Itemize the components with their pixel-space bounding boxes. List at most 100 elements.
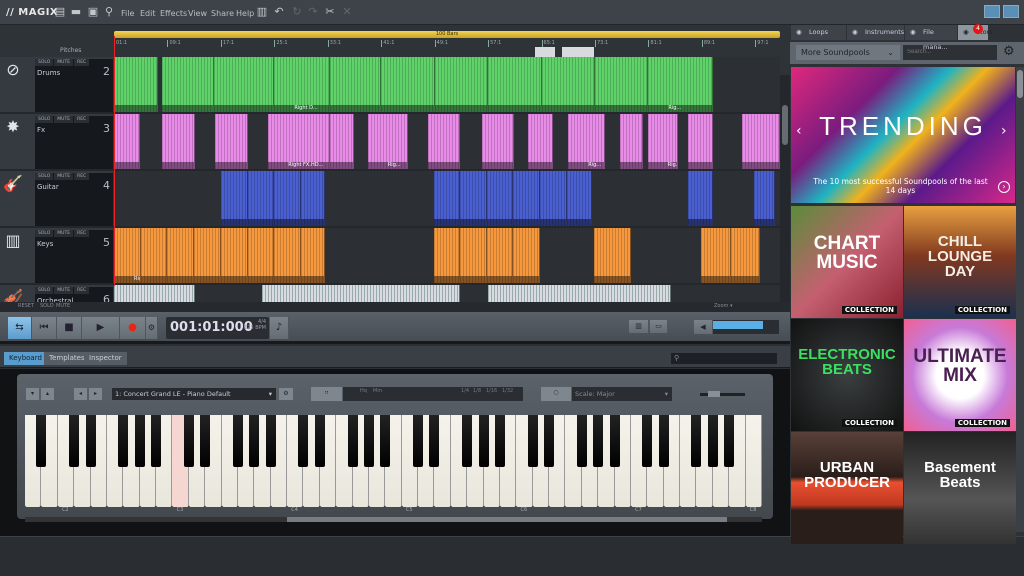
audio-clip[interactable] [301,171,326,226]
speaker-icon[interactable]: ◀ [694,320,713,334]
keyboard-zoom-slider[interactable] [700,391,745,397]
master-volume-slider[interactable] [713,320,779,334]
audio-clip[interactable] [528,114,553,169]
white-key-C8[interactable] [745,415,762,507]
track-lane[interactable] [114,285,780,302]
loop-toggle-button[interactable]: ⇆ [8,317,32,339]
audio-clip[interactable] [162,57,215,112]
mute-button[interactable]: MUTE [54,173,74,180]
scale-toggle-button[interactable]: ○ [541,387,571,401]
mute-button[interactable]: MUTE [54,116,74,123]
black-key[interactable] [85,415,96,467]
black-key[interactable] [314,415,325,467]
black-key[interactable] [576,415,587,467]
tab-keyboard[interactable]: Keyboard [4,352,47,365]
audio-clip[interactable] [433,171,461,226]
track-lane[interactable]: Right Ke... [114,228,780,285]
black-key[interactable] [232,415,243,467]
track-header-fx[interactable]: ✸ SOLO MUTE REC Fx 3 [0,114,114,171]
rec-button[interactable]: REC [74,59,90,66]
menu-help[interactable]: Help [236,9,254,18]
menu-edit[interactable]: Edit [140,9,156,18]
black-key[interactable] [298,415,309,467]
audio-clip[interactable] [488,285,672,302]
zoom-dropdown[interactable]: Zoom ▾ [714,303,733,309]
save-icon[interactable]: ▣ [87,6,99,18]
audio-clip[interactable] [730,228,760,283]
audio-clip[interactable]: Right FX.HD... [268,114,330,169]
track-name[interactable]: Keys [37,240,53,248]
preset-dropdown[interactable]: 1: Concert Grand LE - Piano Default ▾ [112,388,276,400]
undo-icon[interactable]: ↶ [273,6,285,18]
stop-button[interactable]: ■ [57,317,82,339]
quantize-option[interactable]: 1/16 [486,388,497,394]
octave-down-button[interactable]: ▾ [26,388,39,400]
audio-clip[interactable] [301,228,326,283]
black-key[interactable] [151,415,162,467]
preset-prev-button[interactable]: ◂ [74,388,87,400]
solo-button[interactable]: SOLO [35,59,54,66]
track-name[interactable]: Drums [37,69,60,77]
black-key[interactable] [527,415,538,467]
solo-button[interactable]: SOLO [35,116,54,123]
menu-file[interactable]: File [121,9,134,18]
black-key[interactable] [183,415,194,467]
black-key[interactable] [724,415,735,467]
audio-clip[interactable] [114,285,195,302]
preset-next-button[interactable]: ▸ [89,388,102,400]
loop-range-bar[interactable]: 100 Bars [114,31,780,38]
audio-clip[interactable] [488,57,542,112]
black-key[interactable] [544,415,555,467]
audio-clip[interactable] [594,57,649,112]
solo-button[interactable]: SOLO [35,230,54,237]
track-lane[interactable]: Right FX.HD... Rig... Rig... Rig... [114,114,780,171]
black-key[interactable] [118,415,129,467]
record-button[interactable]: ● [120,317,146,339]
menu-view[interactable]: View [188,9,207,18]
audio-clip[interactable] [329,57,382,112]
tab-instruments[interactable]: ◉ Instruments [847,25,904,40]
keyboard-scrollbar[interactable] [25,517,762,522]
store-search-input[interactable] [903,45,997,60]
audio-clip[interactable]: Rig... [568,114,605,169]
audio-clip[interactable]: Right D... [274,57,330,112]
next-arrow-icon[interactable]: › [998,181,1010,193]
octave-up-button[interactable]: ▴ [41,388,54,400]
solo-all-button[interactable]: SOLO [40,303,54,309]
audio-clip[interactable] [540,171,567,226]
redo-icon[interactable]: ↻ [291,6,303,18]
timeline-ruler[interactable]: 100 Bars 01:1 09:1 17:1 25:1 33:1 41:1 49:1 57:… [114,31,780,49]
tab-templates[interactable]: Templates [44,352,90,365]
quantize-option[interactable]: 1/8 [473,388,481,394]
audio-clip[interactable] [687,171,714,226]
black-key[interactable] [69,415,80,467]
solo-button[interactable]: SOLO [35,287,54,294]
mixer-icon[interactable]: ▥ [256,6,268,18]
black-key[interactable] [642,415,653,467]
play-button[interactable]: ▶ [82,317,120,339]
rewind-start-button[interactable]: ⏮ [32,317,57,339]
mute-all-button[interactable]: MUTE [56,303,70,309]
marker-block[interactable] [535,47,555,57]
menu-share[interactable]: Share [211,9,234,18]
audio-clip[interactable] [167,228,195,283]
tab-loops[interactable]: ◉ Loops [791,25,846,40]
arpeggiator-settings[interactable]: Hq Mm 1/4 1/8 1/16 1/32 [343,387,523,401]
track-header-keys[interactable]: ▥ SOLO MUTE REC Keys 5 [0,228,114,285]
vertical-scrollbar[interactable] [780,75,790,302]
black-key[interactable] [609,415,620,467]
black-key[interactable] [691,415,702,467]
audio-clip[interactable] [753,171,776,226]
audio-clip[interactable] [262,285,461,302]
scroll-thumb[interactable] [1017,70,1023,98]
layout-button-1[interactable] [984,5,1000,18]
rec-button[interactable]: REC [74,287,90,294]
redo-alt-icon[interactable]: ↷ [307,6,319,18]
soundpool-tile[interactable]: Basement Beats [904,432,1016,544]
delete-icon[interactable]: ✕ [341,6,353,18]
black-key[interactable] [707,415,718,467]
time-display[interactable]: 001:01:000 4/4 125 BPM [166,317,269,339]
audio-clip[interactable] [486,228,514,283]
mute-button[interactable]: MUTE [54,287,74,294]
audio-clip[interactable] [566,171,593,226]
